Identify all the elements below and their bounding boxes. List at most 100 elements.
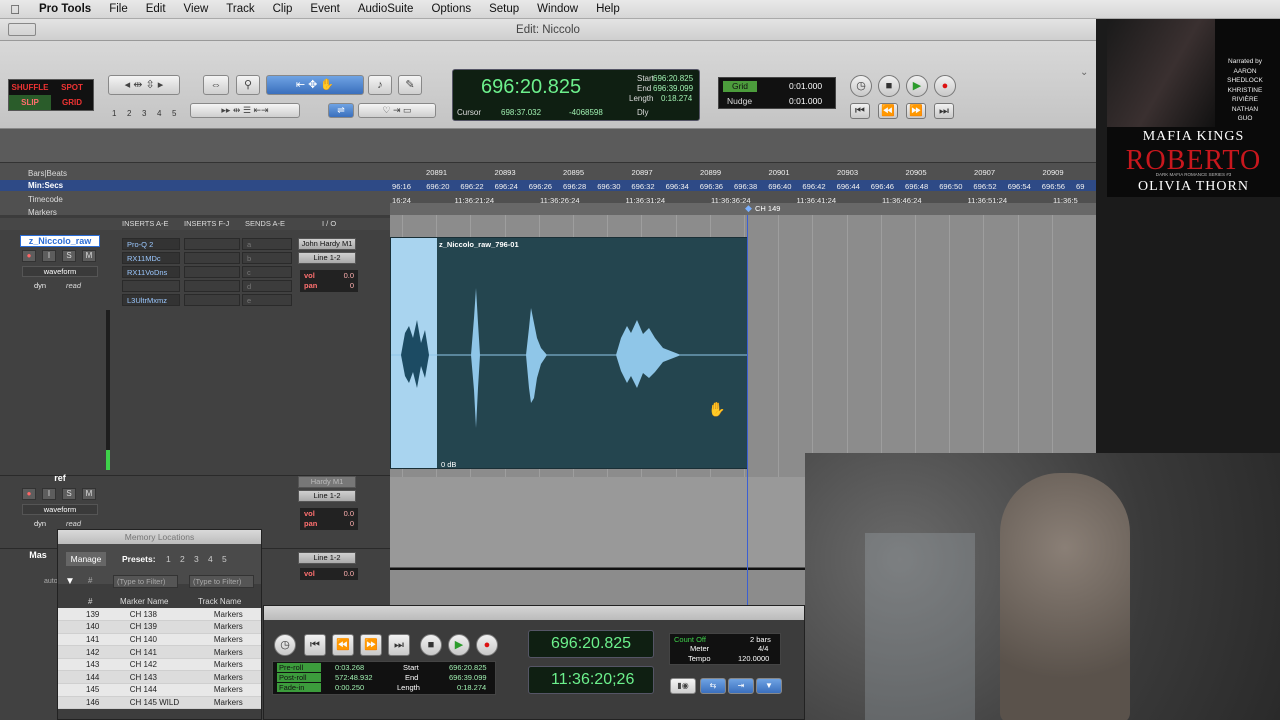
postroll-value[interactable]: 572:48.932 bbox=[335, 673, 373, 682]
marker-ch149[interactable]: CH 149 bbox=[755, 204, 780, 213]
track1-solo-button[interactable]: S bbox=[62, 250, 76, 262]
dly-label[interactable]: Dly bbox=[637, 108, 649, 117]
track-name-filter[interactable]: (Type to Filter) bbox=[189, 575, 254, 588]
menu-event[interactable]: Event bbox=[301, 3, 348, 15]
pencil-tool-icon[interactable]: ✎ bbox=[398, 75, 422, 95]
track1-insert-e[interactable]: L3UltrMxmz bbox=[122, 294, 180, 306]
track1-automation[interactable]: read bbox=[66, 281, 81, 290]
main-counter-value[interactable]: 696:20.825 bbox=[481, 76, 581, 99]
marker-diamond-icon[interactable]: ◆ bbox=[745, 203, 752, 214]
fadein-label[interactable]: Fade-in bbox=[277, 683, 321, 692]
preset-2[interactable]: 2 bbox=[180, 554, 185, 564]
track1-input-button[interactable]: I bbox=[42, 250, 56, 262]
track2-output[interactable]: Line 1-2 bbox=[298, 490, 356, 502]
track2-volpan[interactable]: vol 0.0 pan 0 bbox=[300, 508, 358, 530]
tw-countoff-icon[interactable]: ⇥ bbox=[728, 678, 754, 694]
track2-name[interactable]: ref bbox=[20, 473, 100, 485]
mode-spot[interactable]: SPOT bbox=[51, 80, 93, 95]
menu-track[interactable]: Track bbox=[217, 3, 263, 15]
memory-location-row[interactable]: 139 CH 138 Markers bbox=[58, 608, 261, 622]
track1-pan-value[interactable]: 0 bbox=[350, 281, 354, 290]
tw-midi-merge-icon[interactable]: ▮◉ bbox=[670, 678, 696, 694]
markers-ruler[interactable]: ◆ CH 149 bbox=[390, 203, 1096, 215]
track1-insert-d[interactable] bbox=[122, 280, 180, 292]
start-value[interactable]: 696:20.825 bbox=[653, 74, 693, 83]
universe-overview[interactable] bbox=[0, 129, 1096, 163]
menu-audiosuite[interactable]: AudioSuite bbox=[349, 3, 423, 15]
menu-setup[interactable]: Setup bbox=[480, 3, 528, 15]
memory-location-row[interactable]: 146 CH 145 WILD Markers bbox=[58, 696, 261, 710]
track2-dyn[interactable]: dyn bbox=[34, 519, 46, 528]
zoom-preset-5[interactable]: 5 bbox=[172, 109, 176, 118]
track1-send-a[interactable]: a bbox=[242, 238, 292, 250]
menu-window[interactable]: Window bbox=[528, 3, 587, 15]
menu-edit[interactable]: Edit bbox=[137, 3, 175, 15]
zoom-preset-1[interactable]: 1 bbox=[112, 109, 116, 118]
preset-3[interactable]: 3 bbox=[194, 554, 199, 564]
toolbar-menu-chevron-icon[interactable]: ⌄ bbox=[1080, 67, 1088, 78]
tw-metronome-icon[interactable]: ▼ bbox=[756, 678, 782, 694]
menu-app-name[interactable]: Pro Tools bbox=[30, 3, 100, 15]
tw-length-value[interactable]: 0:18.274 bbox=[457, 683, 486, 692]
zoom-preset-4[interactable]: 4 bbox=[157, 109, 161, 118]
tw-stop-icon[interactable]: ■ bbox=[420, 634, 442, 656]
track1-insert-j[interactable] bbox=[184, 294, 240, 306]
mode-shuffle[interactable]: SHUFFLE bbox=[9, 80, 51, 95]
trim-grabber-smart-tool[interactable]: ⇤ ✥ ✋ bbox=[266, 75, 364, 95]
tw-online-icon[interactable]: ◷ bbox=[274, 634, 296, 656]
memory-location-row[interactable]: 144 CH 143 Markers bbox=[58, 670, 261, 685]
track2-input[interactable]: Hardy M1 bbox=[298, 476, 356, 488]
marker-name-filter[interactable]: (Type to Filter) bbox=[113, 575, 178, 588]
main-counter[interactable]: 696:20.825 Start End Length 696:20.825 6… bbox=[452, 69, 700, 121]
tw-start-value[interactable]: 696:20.825 bbox=[449, 663, 487, 672]
filter-icon[interactable]: ▼ bbox=[65, 576, 75, 587]
col-track-name-header[interactable]: Track Name bbox=[198, 597, 241, 606]
length-value[interactable]: 0:18.274 bbox=[661, 94, 692, 103]
menu-options[interactable]: Options bbox=[422, 3, 480, 15]
rewind-icon[interactable]: ⏪ bbox=[878, 103, 898, 119]
col-num-header[interactable]: # bbox=[88, 597, 92, 606]
track1-record-button[interactable]: ● bbox=[22, 250, 36, 262]
memory-location-row[interactable]: 143 CH 142 Markers bbox=[58, 658, 261, 672]
track1-send-b[interactable]: b bbox=[242, 252, 292, 264]
end-icon[interactable]: ⏭ bbox=[934, 103, 954, 119]
tab-to-transient-icons[interactable]: ♡ ⇥ ▭ bbox=[358, 103, 436, 118]
track1-vol-value[interactable]: 0.0 bbox=[344, 271, 354, 280]
tw-main-counter[interactable]: 696:20.825 bbox=[528, 630, 654, 658]
tw-rewind-icon[interactable]: ⏪ bbox=[332, 634, 354, 656]
meter-value[interactable]: 4/4 bbox=[758, 644, 768, 653]
mode-grid[interactable]: GRID bbox=[51, 95, 93, 110]
memory-location-row[interactable]: 142 CH 141 Markers bbox=[58, 645, 261, 659]
track2-vol-value[interactable]: 0.0 bbox=[344, 509, 354, 518]
preroll-label[interactable]: Pre-roll bbox=[277, 663, 321, 672]
end-value[interactable]: 696:39.099 bbox=[653, 84, 693, 93]
preset-5[interactable]: 5 bbox=[222, 554, 227, 564]
track1-dyn[interactable]: dyn bbox=[34, 281, 46, 290]
grid-label[interactable]: Grid bbox=[723, 81, 757, 92]
memory-location-row[interactable]: 141 CH 140 Markers bbox=[58, 633, 261, 647]
track2-input-button[interactable]: I bbox=[42, 488, 56, 500]
track1-send-d[interactable]: d bbox=[242, 280, 292, 292]
link-icon[interactable]: ⇌ bbox=[328, 103, 354, 118]
tw-end-value[interactable]: 696:39.099 bbox=[449, 673, 487, 682]
countoff-label[interactable]: Count Off bbox=[674, 635, 706, 644]
rtz-icon[interactable]: ⏮ bbox=[850, 103, 870, 119]
manage-button[interactable]: Manage bbox=[66, 552, 106, 566]
preset-4[interactable]: 4 bbox=[208, 554, 213, 564]
track1-name[interactable]: z_Niccolo_raw bbox=[20, 235, 100, 247]
mode-slip[interactable]: SLIP bbox=[9, 95, 51, 110]
fadein-value[interactable]: 0:00.250 bbox=[335, 683, 364, 692]
track2-mute-button[interactable]: M bbox=[82, 488, 96, 500]
tw-play-icon[interactable]: ▶ bbox=[448, 634, 470, 656]
menu-view[interactable]: View bbox=[175, 3, 218, 15]
track1-insert-i[interactable] bbox=[184, 280, 240, 292]
track3-automation[interactable]: auto bbox=[44, 578, 58, 585]
edit-tools-row2[interactable]: ▸▸ ⇹ ☰ ⇤⇥ bbox=[190, 103, 300, 118]
menu-file[interactable]: File bbox=[100, 3, 137, 15]
play-icon[interactable]: ▶ bbox=[906, 75, 928, 97]
track1-insert-g[interactable] bbox=[184, 252, 240, 264]
tw-fast-forward-icon[interactable]: ⏩ bbox=[360, 634, 382, 656]
tw-end-icon[interactable]: ⏭ bbox=[388, 634, 410, 656]
online-icon[interactable]: ◷ bbox=[850, 75, 872, 97]
zoom-preset-2[interactable]: 2 bbox=[127, 109, 131, 118]
